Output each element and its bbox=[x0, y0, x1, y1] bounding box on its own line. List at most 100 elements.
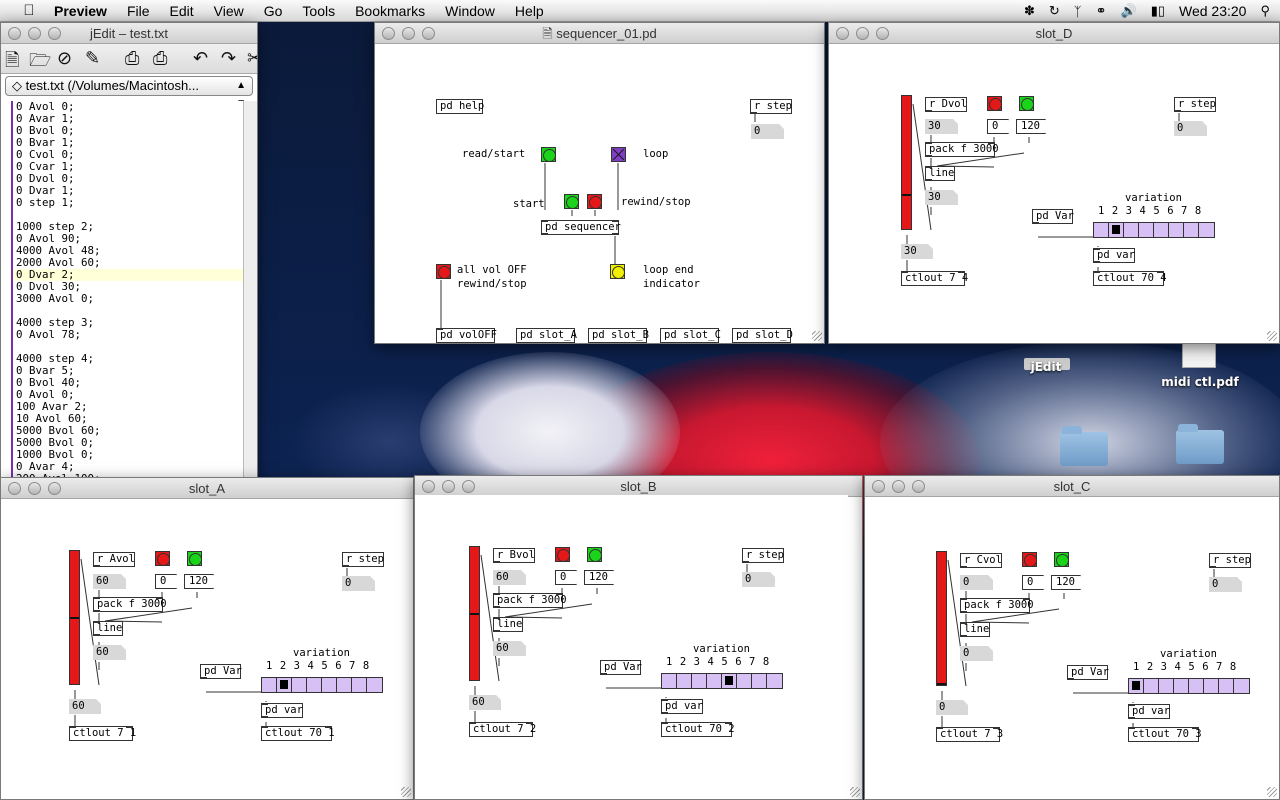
zoom-button[interactable] bbox=[422, 27, 435, 40]
pack-object[interactable]: pack f 3000 bbox=[960, 598, 1034, 613]
receive-vol-object[interactable]: r Avol bbox=[93, 552, 135, 567]
receive-step-object[interactable]: r step bbox=[1174, 97, 1216, 112]
sequencer-title-bar[interactable]: 🗎 sequencer_01.pd bbox=[375, 23, 824, 44]
rewind-stop-bang[interactable] bbox=[587, 194, 602, 209]
close-button[interactable] bbox=[382, 27, 395, 40]
print-icon[interactable]: ⎙ bbox=[125, 48, 139, 69]
radio-cell-5[interactable] bbox=[722, 674, 737, 688]
minimize-button[interactable] bbox=[442, 480, 455, 493]
radio-cell-5[interactable] bbox=[1189, 679, 1204, 693]
asterisk-menu-icon[interactable]: ✽ bbox=[1024, 3, 1035, 19]
max-bang[interactable] bbox=[587, 547, 602, 562]
slider-output-number-box[interactable]: 60 bbox=[469, 695, 501, 710]
zoom-button[interactable] bbox=[912, 480, 925, 493]
radio-cell-8[interactable] bbox=[1234, 679, 1249, 693]
all-vol-off-bang[interactable] bbox=[436, 264, 451, 279]
minimize-button[interactable] bbox=[28, 27, 41, 40]
vol-number-box[interactable]: 60 bbox=[493, 570, 526, 585]
ctlout-var-object[interactable]: ctlout 70 2 bbox=[661, 722, 735, 737]
menu-file[interactable]: File bbox=[127, 3, 150, 19]
step-number-box[interactable]: 0 bbox=[1209, 577, 1242, 592]
time-machine-icon[interactable]: ↻ bbox=[1049, 3, 1060, 19]
minimize-button[interactable] bbox=[28, 482, 41, 495]
volume-icon[interactable]: 🔊 bbox=[1121, 3, 1137, 19]
zero-message[interactable]: 0 bbox=[155, 574, 177, 589]
pd-var-upper-object[interactable]: pd Var bbox=[1032, 209, 1074, 224]
slider-output-number-box[interactable]: 30 bbox=[901, 244, 933, 259]
radio-cell-7[interactable] bbox=[352, 678, 367, 692]
slider-output-number-box[interactable]: 0 bbox=[936, 700, 968, 715]
vertical-scrollbar[interactable] bbox=[243, 101, 257, 477]
ctlout-vol-object[interactable]: ctlout 7 4 bbox=[901, 271, 968, 286]
menu-app-name[interactable]: Preview bbox=[54, 3, 107, 19]
ctlout-vol-object[interactable]: ctlout 7 2 bbox=[469, 722, 536, 737]
zoom-button[interactable] bbox=[462, 480, 475, 493]
pd-slot-d-object[interactable]: pd slot_D bbox=[732, 328, 793, 343]
radio-cell-5[interactable] bbox=[1154, 223, 1169, 237]
ctlout-var-object[interactable]: ctlout 70 1 bbox=[261, 726, 335, 741]
minimize-button[interactable] bbox=[402, 27, 415, 40]
radio-cell-3[interactable] bbox=[692, 674, 707, 688]
desktop-icon-label[interactable]: jEdit bbox=[1010, 360, 1082, 374]
line-object[interactable]: line bbox=[493, 617, 523, 632]
jedit-title-bar[interactable]: jEdit – test.txt bbox=[1, 23, 257, 44]
radio-cell-3[interactable] bbox=[1159, 679, 1174, 693]
variation-radio[interactable] bbox=[1093, 222, 1215, 238]
patch-canvas[interactable]: r Bvol 60 0 120 pack f 3000 line 60 r st… bbox=[415, 495, 848, 797]
pd-help-object[interactable]: pd help bbox=[436, 99, 484, 114]
zero-message[interactable]: 0 bbox=[555, 570, 577, 585]
slider-knob[interactable] bbox=[70, 617, 79, 619]
max-bang[interactable] bbox=[187, 551, 202, 566]
slider-output-number-box[interactable]: 60 bbox=[69, 699, 101, 714]
read-start-bang[interactable] bbox=[541, 147, 556, 162]
radio-cell-1[interactable] bbox=[1094, 223, 1109, 237]
slider-knob[interactable] bbox=[902, 194, 911, 196]
variation-radio[interactable] bbox=[261, 677, 383, 693]
zoom-button[interactable] bbox=[876, 27, 889, 40]
desktop-icon-label[interactable]: midi ctl.pdf bbox=[1150, 375, 1250, 389]
radio-cell-4[interactable] bbox=[1139, 223, 1154, 237]
pd-var-object[interactable]: pd var bbox=[1128, 704, 1170, 719]
resize-grip[interactable] bbox=[1267, 331, 1277, 341]
ctlout-vol-object[interactable]: ctlout 7 1 bbox=[69, 726, 136, 741]
radio-cell-8[interactable] bbox=[767, 674, 782, 688]
ctlout-var-object[interactable]: ctlout 70 3 bbox=[1128, 727, 1202, 742]
radio-cell-2[interactable] bbox=[1144, 679, 1159, 693]
pd-var-upper-object[interactable]: pd Var bbox=[200, 664, 242, 679]
pd-var-object[interactable]: pd var bbox=[1093, 248, 1135, 263]
radio-cell-6[interactable] bbox=[1169, 223, 1184, 237]
menu-help[interactable]: Help bbox=[515, 3, 544, 19]
variation-radio[interactable] bbox=[1128, 678, 1250, 694]
pack-object[interactable]: pack f 3000 bbox=[925, 142, 999, 157]
text-line[interactable]: 0 step 1; bbox=[13, 197, 245, 209]
spotlight-search-icon[interactable]: ⚲ bbox=[1260, 3, 1270, 19]
120-message[interactable]: 120 bbox=[1016, 119, 1046, 134]
radio-cell-4[interactable] bbox=[307, 678, 322, 692]
radio-cell-8[interactable] bbox=[1199, 223, 1214, 237]
pd-sequencer-object[interactable]: pd sequencer bbox=[541, 220, 621, 235]
radio-cell-1[interactable] bbox=[1129, 679, 1144, 693]
wifi-icon[interactable]: ⚭ bbox=[1096, 3, 1107, 19]
loop-toggle[interactable] bbox=[611, 147, 626, 162]
radio-cell-1[interactable] bbox=[262, 678, 277, 692]
radio-cell-2[interactable] bbox=[1109, 223, 1124, 237]
zoom-button[interactable] bbox=[48, 482, 61, 495]
folder-icon[interactable] bbox=[1176, 424, 1224, 464]
line-object[interactable]: line bbox=[925, 166, 955, 181]
radio-cell-3[interactable] bbox=[1124, 223, 1139, 237]
patch-canvas[interactable]: pd help r step 0 read/start loop start r… bbox=[375, 44, 824, 343]
menu-window[interactable]: Window bbox=[445, 3, 495, 19]
line-output-number-box[interactable]: 0 bbox=[960, 646, 993, 661]
resize-grip[interactable] bbox=[401, 787, 411, 797]
zero-message[interactable]: 0 bbox=[1022, 575, 1044, 590]
line-object[interactable]: line bbox=[93, 621, 123, 636]
max-bang[interactable] bbox=[1054, 552, 1069, 567]
close-button[interactable] bbox=[422, 480, 435, 493]
receive-vol-object[interactable]: r Bvol bbox=[493, 548, 535, 563]
menu-view[interactable]: View bbox=[214, 3, 244, 19]
print-preview-icon[interactable]: ⎙ bbox=[153, 48, 167, 69]
zero-bang[interactable] bbox=[555, 547, 570, 562]
menu-bookmarks[interactable]: Bookmarks bbox=[355, 3, 425, 19]
buffer-selector[interactable]: ◇ test.txt (/Volumes/Macintosh... ▲▼ bbox=[5, 76, 253, 109]
radio-cell-6[interactable] bbox=[737, 674, 752, 688]
